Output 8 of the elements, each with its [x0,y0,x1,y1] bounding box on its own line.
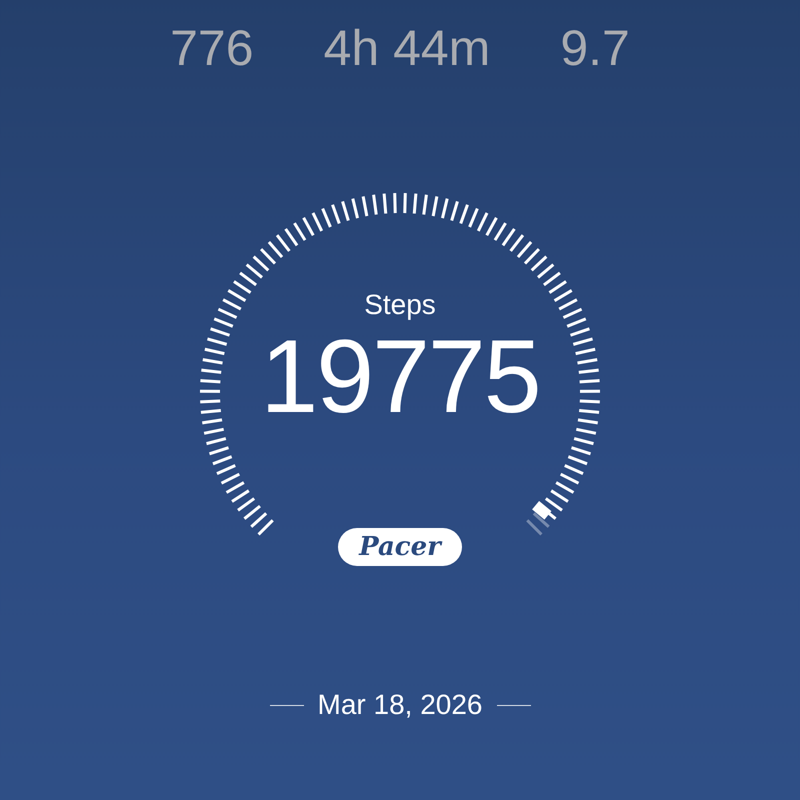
steps-count: 19775 [260,322,540,432]
date-label: Mar 18, 2026 [318,688,482,722]
brand-logo: Pacer [338,528,462,566]
gauge-marker-icon [532,500,552,520]
stat-value: 776 [170,20,254,76]
stat-value: 4h 44m [324,20,490,76]
stat-value: 9.7 [560,20,630,76]
steps-label: Steps [364,288,436,322]
